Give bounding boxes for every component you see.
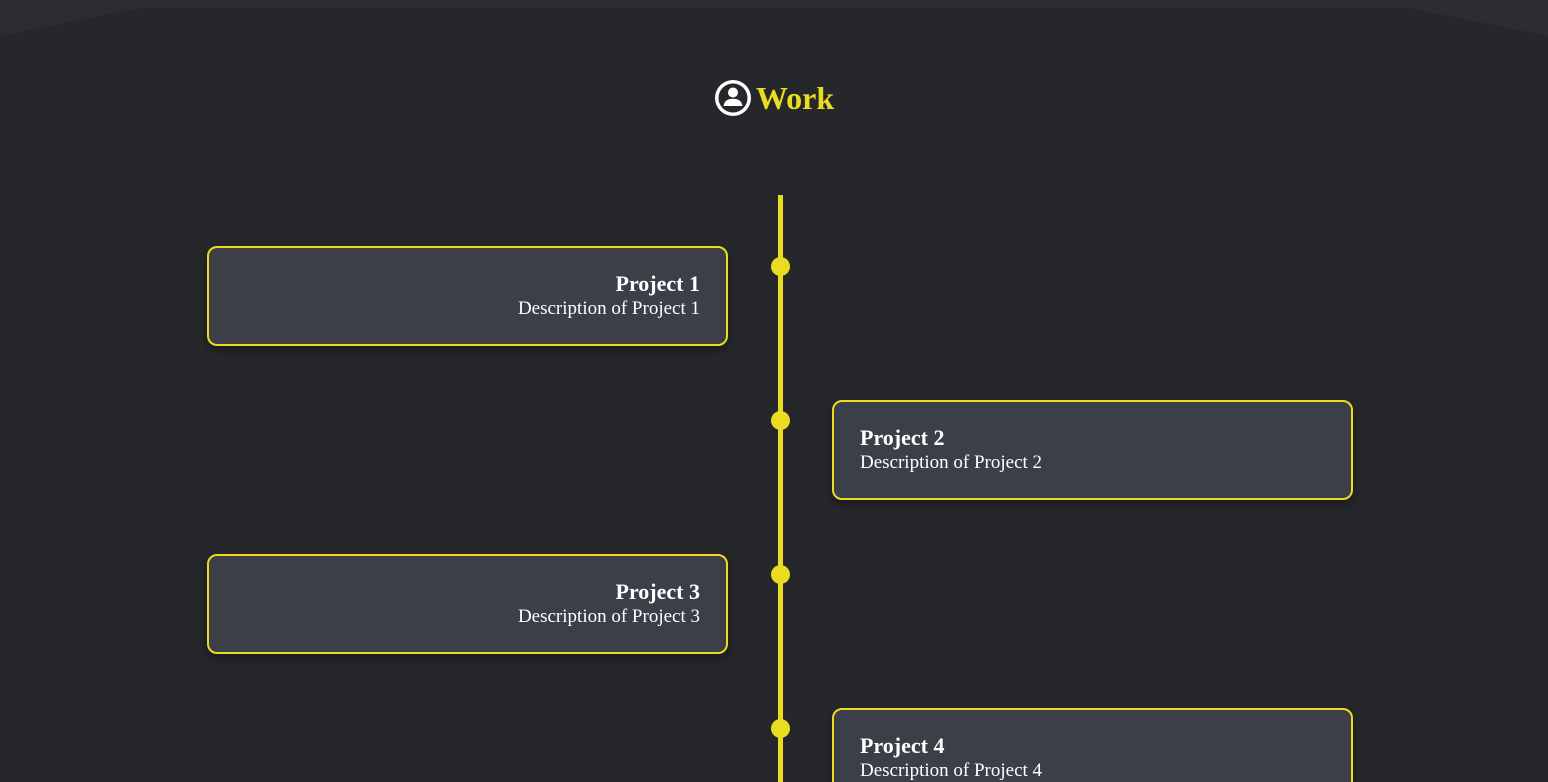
project-card[interactable]: Project 2 Description of Project 2 (832, 400, 1353, 500)
project-card[interactable]: Project 1 Description of Project 1 (207, 246, 728, 346)
page: Work Project 1 Description of Project 1 … (0, 0, 1548, 782)
project-card[interactable]: Project 4 Description of Project 4 (832, 708, 1353, 782)
section-heading: Work (0, 78, 1548, 118)
project-title: Project 3 (615, 579, 701, 604)
project-description: Description of Project 4 (860, 760, 1043, 781)
timeline-line (778, 195, 783, 782)
project-description: Description of Project 1 (517, 298, 700, 319)
project-card[interactable]: Project 3 Description of Project 3 (207, 554, 728, 654)
corner-decoration-left (0, 8, 140, 36)
user-circle-icon (714, 80, 751, 116)
project-title: Project 4 (860, 733, 945, 758)
section-title: Work (755, 80, 835, 116)
project-description: Description of Project 2 (860, 452, 1043, 473)
top-band (0, 0, 1548, 8)
project-description: Description of Project 3 (517, 606, 700, 627)
timeline-dot (771, 565, 790, 584)
timeline-dot (771, 257, 790, 276)
timeline-dot (771, 411, 790, 430)
project-title: Project 1 (615, 271, 701, 296)
corner-decoration-right (1408, 8, 1548, 36)
timeline-dot (771, 719, 790, 738)
project-title: Project 2 (860, 425, 945, 450)
